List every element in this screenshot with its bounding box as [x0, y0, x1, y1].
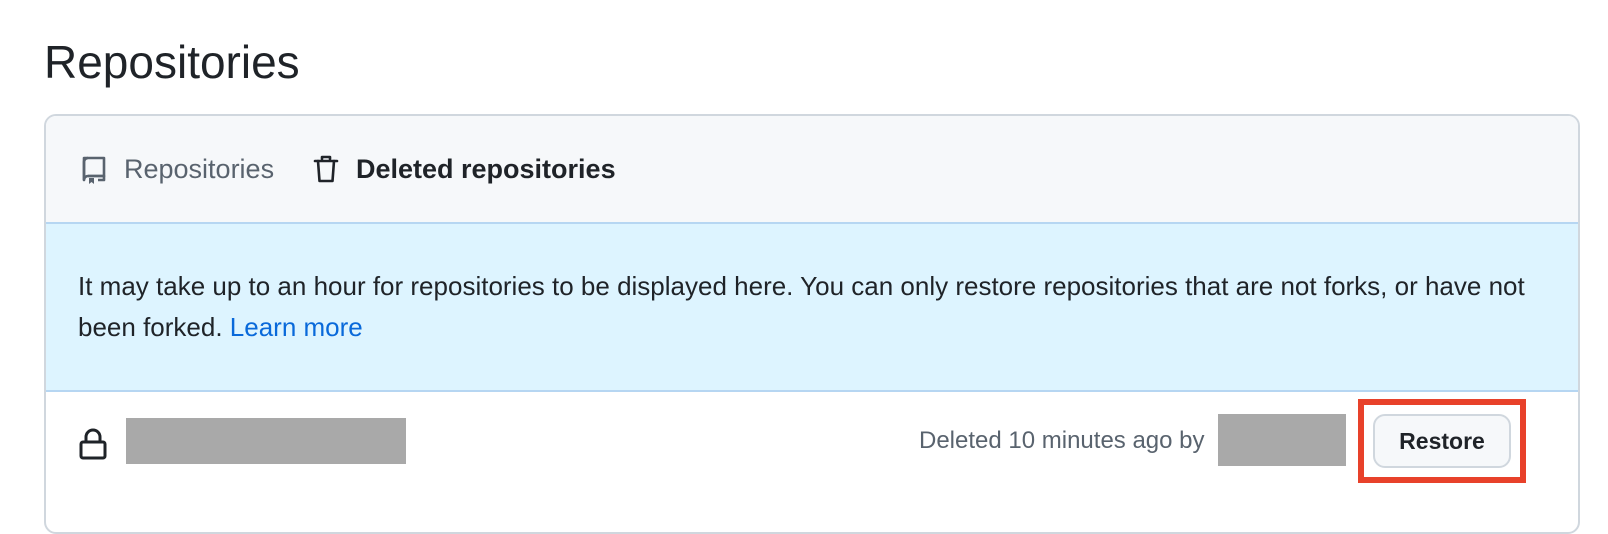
- lock-icon: [78, 427, 108, 461]
- page-title: Repositories: [44, 36, 300, 88]
- repositories-panel: Repositories Deleted repositories It may…: [44, 114, 1580, 534]
- trash-icon: [310, 153, 342, 185]
- deleted-by-text: Deleted 10 minutes ago by: [919, 427, 1205, 454]
- tab-repositories-label: Repositories: [124, 153, 275, 184]
- redacted-username: [1218, 414, 1346, 466]
- restore-button[interactable]: Restore: [1373, 414, 1511, 468]
- tab-deleted-repositories[interactable]: Deleted repositories: [310, 116, 616, 222]
- repo-icon: [78, 153, 110, 185]
- panel-header: Repositories Deleted repositories: [46, 116, 1578, 224]
- learn-more-link[interactable]: Learn more: [230, 312, 363, 342]
- tab-deleted-label: Deleted repositories: [356, 153, 616, 184]
- info-notice: It may take up to an hour for repositori…: [46, 224, 1578, 392]
- tab-repositories[interactable]: Repositories: [78, 116, 274, 222]
- redacted-repo-name: [126, 418, 406, 464]
- deleted-repo-row: Deleted 10 minutes ago by Restore: [46, 392, 1578, 532]
